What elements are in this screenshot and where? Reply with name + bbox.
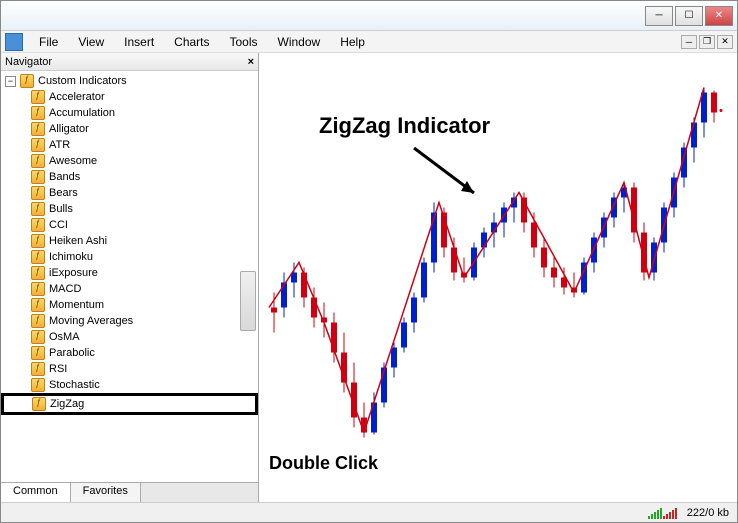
tree-item-ichimoku[interactable]: Ichimoku [3,249,256,265]
window-maximize-button[interactable]: ☐ [675,6,703,26]
menu-window[interactable]: Window [268,33,331,51]
highlight-box: ZigZag [1,393,258,415]
tree-item-label: MACD [49,283,81,295]
navigator-tabs: Common Favorites [1,482,258,502]
indicator-icon [32,397,46,411]
tree-item-heiken-ashi[interactable]: Heiken Ashi [3,233,256,249]
tree-root-label: Custom Indicators [38,75,127,87]
expand-toggle-icon[interactable]: − [5,76,16,87]
tree-item-accelerator[interactable]: Accelerator [3,89,256,105]
statusbar: 222/0 kb [1,502,737,522]
tree-item-bands[interactable]: Bands [3,169,256,185]
tree-item-parabolic[interactable]: Parabolic [3,345,256,361]
chart-area[interactable]: ZigZag Indicator Double Click [259,53,737,502]
indicator-icon [31,186,45,200]
tree-item-rsi[interactable]: RSI [3,361,256,377]
annotation-double-click: Double Click [269,453,378,474]
menu-file[interactable]: File [29,33,68,51]
navigator-panel: Navigator × − Custom Indicators Accelera… [1,53,259,502]
menu-tools[interactable]: Tools [220,33,268,51]
indicator-icon [31,346,45,360]
tree-item-label: ZigZag [50,398,84,410]
tree-item-stochastic[interactable]: Stochastic [3,377,256,393]
tree-item-label: Bands [49,171,80,183]
tree-item-label: Parabolic [49,347,95,359]
menu-insert[interactable]: Insert [114,33,164,51]
tree-item-label: Awesome [49,155,97,167]
tree-item-label: Stochastic [49,379,100,391]
menubar: File View Insert Charts Tools Window Hel… [1,31,737,53]
indicator-icon [31,266,45,280]
mdi-restore-button[interactable]: ❐ [699,35,715,49]
tree-root-custom-indicators[interactable]: − Custom Indicators [3,73,256,89]
tree-item-atr[interactable]: ATR [3,137,256,153]
indicator-icon [31,362,45,376]
tree-item-label: Heiken Ashi [49,235,107,247]
tree-item-label: OsMA [49,331,80,343]
indicator-icon [31,234,45,248]
app-window: ─ ☐ ✕ File View Insert Charts Tools Wind… [0,0,738,523]
tree-item-bulls[interactable]: Bulls [3,201,256,217]
tree-item-bears[interactable]: Bears [3,185,256,201]
navigator-title: Navigator [5,56,52,68]
tree-item-label: RSI [49,363,67,375]
tree-item-cci[interactable]: CCI [3,217,256,233]
tree-item-label: Accumulation [49,107,115,119]
app-icon [5,33,23,51]
mdi-close-button[interactable]: ✕ [717,35,733,49]
menu-charts[interactable]: Charts [164,33,219,51]
indicator-icon [31,170,45,184]
menu-view[interactable]: View [68,33,114,51]
mdi-minimize-button[interactable]: ─ [681,35,697,49]
tree-item-label: Ichimoku [49,251,93,263]
indicator-icon [31,378,45,392]
tree-item-label: CCI [49,219,68,231]
tree-item-label: iExposure [49,267,98,279]
tree-item-label: Alligator [49,123,89,135]
indicator-icon [31,138,45,152]
tree-item-moving-averages[interactable]: Moving Averages [3,313,256,329]
indicator-icon [31,298,45,312]
scrollbar-thumb[interactable] [240,271,256,331]
connection-bars-icon [648,507,677,519]
tree-item-osma[interactable]: OsMA [3,329,256,345]
navigator-titlebar: Navigator × [1,53,258,71]
navigator-tree[interactable]: − Custom Indicators Accelerator Accumulat… [1,71,258,482]
tree-item-iexposure[interactable]: iExposure [3,265,256,281]
indicator-icon [31,154,45,168]
tab-favorites[interactable]: Favorites [71,483,141,502]
tree-item-label: Accelerator [49,91,105,103]
indicator-icon [31,202,45,216]
status-kb: 222/0 kb [687,507,729,519]
tree-item-label: ATR [49,139,70,151]
window-close-button[interactable]: ✕ [705,6,733,26]
indicator-icon [31,250,45,264]
indicator-icon [31,314,45,328]
tree-item-label: Bulls [49,203,73,215]
indicator-icon [31,106,45,120]
indicator-icon [31,90,45,104]
window-minimize-button[interactable]: ─ [645,6,673,26]
indicator-icon [31,218,45,232]
indicator-icon [31,282,45,296]
menu-help[interactable]: Help [330,33,375,51]
folder-indicator-icon [20,74,34,88]
tab-common[interactable]: Common [1,483,71,502]
tree-item-accumulation[interactable]: Accumulation [3,105,256,121]
tree-item-zigzag[interactable]: ZigZag [4,396,255,412]
tree-item-label: Bears [49,187,78,199]
tree-item-label: Momentum [49,299,104,311]
navigator-close-button[interactable]: × [248,56,254,68]
tree-item-macd[interactable]: MACD [3,281,256,297]
tree-item-awesome[interactable]: Awesome [3,153,256,169]
tree-item-label: Moving Averages [49,315,133,327]
tree-item-momentum[interactable]: Momentum [3,297,256,313]
titlebar: ─ ☐ ✕ [1,1,737,31]
annotation-arrow-icon [409,143,489,203]
indicator-icon [31,330,45,344]
annotation-zigzag-title: ZigZag Indicator [319,113,490,139]
tree-item-alligator[interactable]: Alligator [3,121,256,137]
indicator-icon [31,122,45,136]
